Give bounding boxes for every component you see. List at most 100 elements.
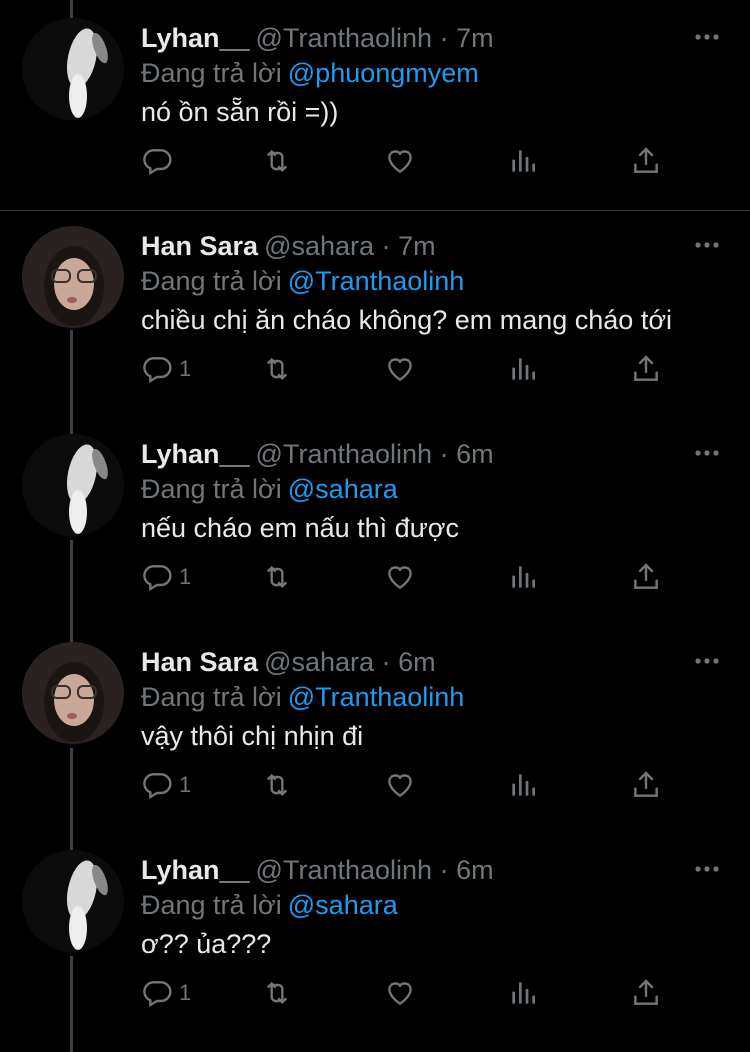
retweet-icon: [266, 357, 288, 381]
timestamp[interactable]: 7m: [398, 231, 436, 261]
reply-prefix: Đang trả lời: [141, 266, 282, 296]
reply-button[interactable]: 1: [141, 351, 191, 387]
tweet-text: nó ồn sẵn rồi =)): [141, 97, 339, 127]
heart-icon: [388, 982, 412, 1006]
action-bar: 1: [141, 767, 681, 803]
like-button[interactable]: [384, 351, 416, 387]
share-button[interactable]: [630, 351, 662, 387]
share-button[interactable]: [630, 975, 662, 1011]
user-handle[interactable]: @Tranthaolinh: [256, 855, 433, 885]
thread-line: [70, 0, 73, 18]
reply-prefix: Đang trả lời: [141, 58, 282, 88]
analytics-icon: [512, 982, 535, 1004]
retweet-button[interactable]: [261, 559, 293, 595]
heart-icon: [388, 358, 412, 382]
tweet-header: Lyhan__ @Tranthaolinh · 6m: [141, 434, 494, 474]
divider: [0, 210, 750, 211]
mention-link[interactable]: @Tranthaolinh: [288, 266, 465, 296]
display-name[interactable]: Lyhan__: [141, 855, 250, 885]
mention-link[interactable]: @Tranthaolinh: [288, 682, 465, 712]
reply-button[interactable]: 1: [141, 559, 191, 595]
tweet-text: ơ?? ủa???: [141, 929, 272, 959]
action-bar: 1: [141, 559, 681, 595]
lyhan-avatar[interactable]: [22, 434, 124, 536]
views-button[interactable]: [507, 767, 539, 803]
like-button[interactable]: [384, 975, 416, 1011]
user-handle[interactable]: @Tranthaolinh: [256, 439, 433, 469]
retweet-button[interactable]: [261, 767, 293, 803]
separator-dot: ·: [439, 23, 449, 53]
sara-avatar[interactable]: [22, 226, 124, 328]
more-icon[interactable]: [692, 22, 722, 52]
reply-button[interactable]: [141, 143, 179, 179]
views-button[interactable]: [507, 559, 539, 595]
display-name[interactable]: Lyhan__: [141, 23, 250, 53]
tweet-header: Han Sara @sahara · 7m: [141, 226, 436, 266]
more-icon[interactable]: [692, 646, 722, 676]
reply-button[interactable]: 1: [141, 767, 191, 803]
timestamp[interactable]: 6m: [456, 439, 494, 469]
reply-context: Đang trả lời @phuongmyem: [141, 54, 479, 92]
sara-avatar[interactable]: [22, 642, 124, 744]
action-bar: 1: [141, 975, 681, 1011]
timestamp[interactable]: 6m: [398, 647, 436, 677]
analytics-icon: [512, 774, 535, 796]
share-icon: [634, 771, 658, 797]
mention-link[interactable]: @phuongmyem: [288, 58, 479, 88]
reply-button[interactable]: 1: [141, 975, 191, 1011]
reply-context: Đang trả lời @sahara: [141, 470, 398, 508]
timestamp[interactable]: 6m: [456, 855, 494, 885]
reply-prefix: Đang trả lời: [141, 474, 282, 504]
share-button[interactable]: [630, 143, 662, 179]
tweet-text: vậy thôi chị nhịn đi: [141, 721, 364, 751]
retweet-button[interactable]: [261, 351, 293, 387]
mention-link[interactable]: @sahara: [288, 474, 398, 504]
views-button[interactable]: [507, 351, 539, 387]
reply-context: Đang trả lời @Tranthaolinh: [141, 678, 464, 716]
lyhan-avatar[interactable]: [22, 18, 124, 120]
user-handle[interactable]: @sahara: [264, 647, 374, 677]
lyhan-avatar[interactable]: [22, 850, 124, 952]
separator-dot: ·: [381, 647, 391, 677]
views-button[interactable]: [507, 975, 539, 1011]
tweet-text: nếu cháo em nấu thì được: [141, 513, 459, 543]
tweet-header: Han Sara @sahara · 6m: [141, 642, 436, 682]
reply-context: Đang trả lời @sahara: [141, 886, 398, 924]
reply-icon: [143, 981, 172, 1008]
analytics-icon: [512, 358, 535, 380]
reply-count: 1: [179, 772, 192, 797]
reply-count: 1: [179, 564, 192, 589]
more-icon[interactable]: [692, 230, 722, 260]
heart-icon: [388, 150, 412, 174]
views-button[interactable]: [507, 143, 539, 179]
like-button[interactable]: [384, 767, 416, 803]
retweet-icon: [266, 981, 288, 1005]
share-button[interactable]: [630, 559, 662, 595]
retweet-button[interactable]: [261, 143, 293, 179]
retweet-icon: [266, 149, 288, 173]
analytics-icon: [512, 566, 535, 588]
like-button[interactable]: [384, 143, 416, 179]
display-name[interactable]: Lyhan__: [141, 439, 250, 469]
reply-count: 1: [179, 980, 192, 1005]
retweet-icon: [266, 565, 288, 589]
user-handle[interactable]: @Tranthaolinh: [256, 23, 433, 53]
like-button[interactable]: [384, 559, 416, 595]
more-icon[interactable]: [692, 854, 722, 884]
share-icon: [634, 979, 658, 1005]
mention-link[interactable]: @sahara: [288, 890, 398, 920]
share-button[interactable]: [630, 767, 662, 803]
action-bar: 1: [141, 351, 681, 387]
user-handle[interactable]: @sahara: [264, 231, 374, 261]
reply-context: Đang trả lời @Tranthaolinh: [141, 262, 464, 300]
share-icon: [634, 147, 658, 173]
retweet-button[interactable]: [261, 975, 293, 1011]
display-name[interactable]: Han Sara: [141, 647, 258, 677]
reply-prefix: Đang trả lời: [141, 890, 282, 920]
timestamp[interactable]: 7m: [456, 23, 494, 53]
tweet-header: Lyhan__ @Tranthaolinh · 6m: [141, 850, 494, 890]
more-icon[interactable]: [692, 438, 722, 468]
display-name[interactable]: Han Sara: [141, 231, 258, 261]
tweet-header: Lyhan__ @Tranthaolinh · 7m: [141, 18, 494, 58]
reply-prefix: Đang trả lời: [141, 682, 282, 712]
